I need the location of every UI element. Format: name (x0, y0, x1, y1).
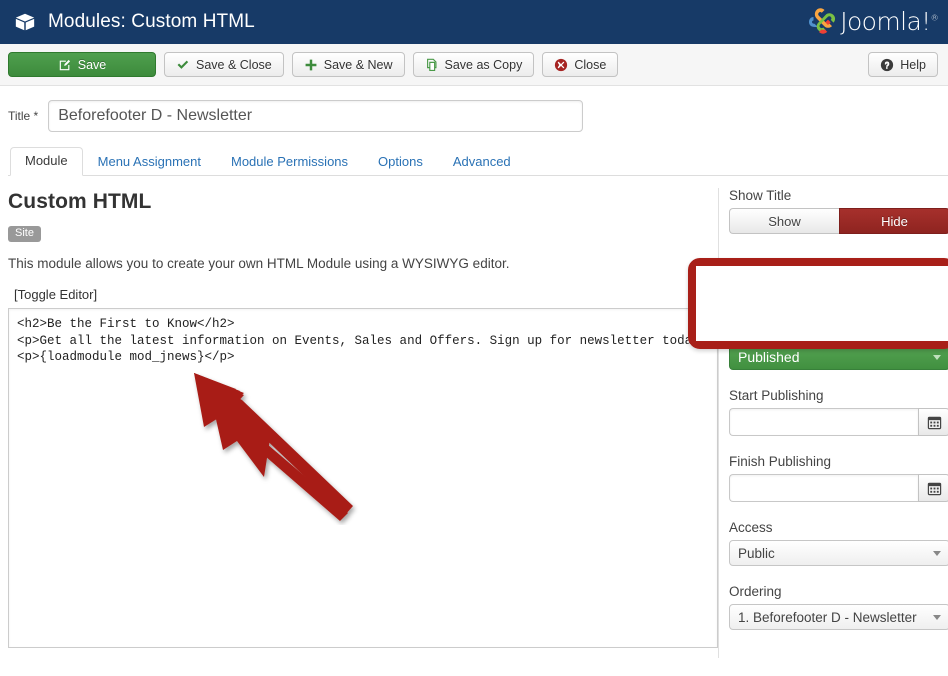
module-sidebar: Show Title Show Hide Position beforefoot… (718, 188, 948, 658)
start-publishing-control (729, 408, 948, 436)
show-title-toggle[interactable]: Show Hide (729, 208, 948, 234)
status-field: Status Published (729, 324, 948, 370)
finish-publishing-field: Finish Publishing (729, 454, 948, 502)
ordering-select[interactable]: 1. Beforefooter D - Newsletter (729, 604, 948, 630)
module-description: This module allows you to create your ow… (8, 256, 510, 271)
joomla-wordmark: Joomla!® (840, 9, 938, 34)
module-tabs: Module Menu Assignment Module Permission… (8, 146, 948, 176)
editor-toolbar: Save Save & Close Save & New Save as Cop… (0, 44, 948, 86)
ordering-field: Ordering 1. Beforefooter D - Newsletter (729, 584, 948, 630)
finish-publishing-input[interactable] (729, 474, 918, 502)
start-publishing-label: Start Publishing (729, 388, 824, 403)
show-title-label: Show Title (729, 188, 792, 203)
question-circle-icon: ? (881, 58, 894, 71)
finish-publishing-control (729, 474, 948, 502)
box-icon (15, 13, 35, 31)
finish-publishing-label: Finish Publishing (729, 454, 832, 469)
save-and-new-label: Save & New (323, 57, 393, 72)
module-type-heading: Custom HTML (8, 190, 152, 213)
html-code-editor[interactable]: <h2>Be the First to Know</h2> <p>Get all… (8, 308, 718, 648)
position-select[interactable]: beforefooter-d × (729, 276, 948, 302)
chevron-down-icon (933, 614, 941, 620)
joomla-logo: Joomla!® (805, 5, 939, 37)
start-publishing-input[interactable] (729, 408, 918, 436)
show-title-option-show[interactable]: Show (729, 208, 839, 234)
save-as-copy-button[interactable]: Save as Copy (412, 52, 535, 77)
client-badge: Site (8, 226, 41, 242)
show-title-field: Show Title Show Hide (729, 188, 948, 234)
start-publishing-calendar-button[interactable] (918, 408, 948, 436)
status-select[interactable]: Published (729, 344, 948, 370)
calendar-icon (927, 482, 941, 495)
plus-icon (305, 59, 317, 70)
status-label: Status (729, 324, 768, 339)
joomla-mark-icon (809, 8, 836, 34)
finish-publishing-calendar-button[interactable] (918, 474, 948, 502)
module-edit-body: Custom HTML Site This module allows you … (0, 176, 948, 658)
access-label: Access (729, 520, 773, 535)
close-circle-icon (555, 58, 568, 71)
show-title-option-hide[interactable]: Hide (839, 208, 948, 234)
calendar-icon (927, 416, 941, 429)
tab-advanced[interactable]: Advanced (438, 148, 526, 176)
module-main-column: Custom HTML Site This module allows you … (0, 188, 718, 658)
access-select[interactable]: Public (729, 540, 948, 566)
help-button-label: Help (900, 57, 926, 72)
position-label: Position (729, 256, 778, 271)
save-button-label: Save (77, 57, 107, 72)
joomla-wordmark-text: Joomla! (840, 6, 931, 36)
position-value: beforefooter-d (738, 281, 823, 297)
svg-text:?: ? (885, 60, 890, 70)
status-value: Published (738, 349, 800, 365)
position-field: Position beforefooter-d × (729, 256, 948, 302)
copy-icon (426, 58, 437, 71)
save-and-close-label: Save & Close (196, 57, 272, 72)
pencil-square-icon (59, 59, 70, 70)
ordering-value: 1. Beforefooter D - Newsletter (738, 609, 917, 625)
registered-mark: ® (930, 13, 939, 23)
access-field: Access Public (729, 520, 948, 566)
chevron-down-icon (933, 354, 941, 360)
save-and-new-button[interactable]: Save & New (291, 52, 405, 77)
save-button[interactable]: Save (8, 52, 156, 77)
tab-module-permissions[interactable]: Module Permissions (216, 148, 363, 176)
title-field-row: Title * (0, 86, 948, 132)
title-field-label: Title * (8, 109, 39, 123)
navbar-title-group: Modules: Custom HTML (14, 11, 255, 33)
toggle-editor-link[interactable]: [Toggle Editor] (14, 287, 97, 302)
close-button-label: Close (574, 57, 607, 72)
tab-menu-assignment[interactable]: Menu Assignment (83, 148, 216, 176)
chevron-down-icon (933, 550, 941, 556)
save-as-copy-label: Save as Copy (444, 57, 523, 72)
help-button[interactable]: ? Help (868, 52, 938, 77)
chevron-down-icon (933, 286, 941, 292)
check-icon (177, 60, 189, 69)
title-input[interactable] (48, 100, 584, 132)
save-and-close-button[interactable]: Save & Close (164, 52, 284, 77)
clear-icon[interactable]: × (911, 283, 919, 296)
close-button[interactable]: Close (542, 52, 619, 77)
tab-module[interactable]: Module (10, 146, 83, 176)
ordering-label: Ordering (729, 584, 782, 599)
page-title: Modules: Custom HTML (48, 11, 255, 32)
tab-options[interactable]: Options (363, 148, 438, 176)
app-navbar: Modules: Custom HTML Joomla!® (0, 0, 948, 44)
access-value: Public (738, 545, 775, 561)
start-publishing-field: Start Publishing (729, 388, 948, 436)
